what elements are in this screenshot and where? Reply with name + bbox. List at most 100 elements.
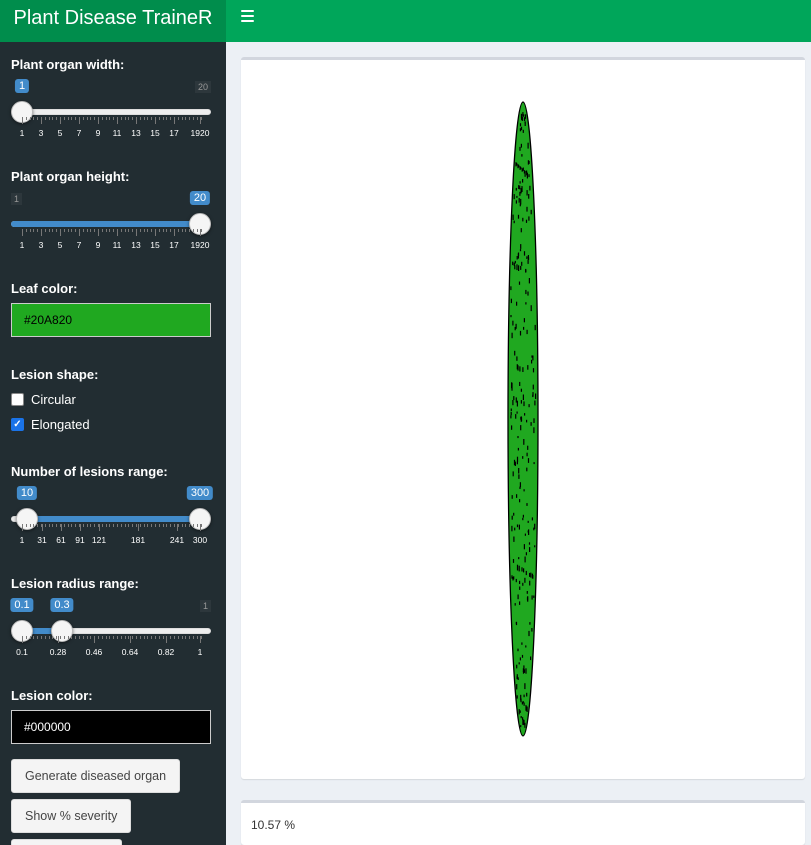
lesions-range-slider[interactable]: 10 300 1 31 61 91 121 181 241 300 [11,471,214,545]
slider-major-tick [117,117,118,124]
slider-value: 20 [189,191,211,205]
slider-tick [67,117,69,120]
slider-tick [124,117,126,120]
slider-tick [82,229,84,232]
slider-ticks [11,117,211,125]
slider-tick [170,117,172,120]
slider-tick [170,636,172,639]
slider-tick [139,636,141,639]
slider-tick [193,229,194,232]
slider-major-tick [22,524,23,531]
slider-tick-label: 1 [19,240,25,250]
show-severity-button[interactable]: Show % severity [11,799,132,833]
elongated-checkbox-row[interactable]: ✓ Elongated [11,415,90,433]
slider-tick [185,117,187,120]
slider-tick-label: 0.64 [121,647,139,657]
slider-tick [48,524,50,527]
generate-button[interactable]: Generate diseased organ [11,759,181,793]
slider-tick-label: 0.1 [16,647,28,657]
slider-tick [132,229,134,232]
slider-tick [136,636,137,639]
slider-tick [124,636,126,639]
slider-tick-label: 1920 [190,128,210,138]
severity-panel: 10.57 % [241,800,805,845]
slider-tick [158,117,160,120]
elongated-checkbox[interactable]: ✓ [11,417,24,431]
slider-tick [52,117,54,120]
slider-major-tick [61,524,62,531]
slider-tick [151,524,153,527]
slider-tick [105,636,107,639]
slider-major-tick [79,117,80,124]
circular-checkbox-row[interactable]: Circular [11,390,76,408]
slider-major-tick [200,636,201,643]
slider-tick [147,636,149,639]
slider-tick [29,524,31,527]
slider-tick [151,229,153,232]
lesion-color-input[interactable]: #000000 [11,710,211,744]
slider-tick [105,524,107,527]
slider-major-tick [136,229,137,236]
slider-tick [120,229,122,232]
slider-tick-label: 1 [197,647,203,657]
slider-tick [52,636,54,639]
slider-tick-label: 11 [112,128,122,138]
slider-tick [155,636,156,639]
slider-tick [79,636,80,639]
slider-tick [162,636,164,639]
organ-width-slider[interactable]: 20 1 1 3 5 7 9 11 13 15 17 1920 [11,64,211,138]
slider-tick-label: 3 [38,128,44,138]
slider-tick [128,229,130,232]
slider-major-tick [58,636,59,643]
slider-tick [132,524,134,527]
slider-tick [86,117,88,120]
slider-tick [101,229,103,232]
circular-checkbox[interactable] [11,392,24,406]
slider-tick [120,524,122,527]
slider-major-tick [98,229,99,236]
slider-tick [120,636,122,639]
slider-tick [25,117,27,120]
slider-fill [27,516,200,522]
slider-tick [158,524,160,527]
slider-major-tick [94,636,95,643]
slider-track[interactable] [11,109,211,115]
slider-major-tick [166,636,167,643]
slider-tick-label: 13 [131,128,141,138]
slider-tick [29,117,31,120]
slider-tick-label: 1920 [190,240,210,250]
slider-tick [48,117,50,120]
radius-range-slider[interactable]: 1 0.1 0.3 0.1 0.28 0.46 0.64 0.82 1 [10,583,211,657]
slider-tick [71,117,73,120]
slider-tick [48,229,50,232]
slider-major-tick [117,229,118,236]
hamburger-icon[interactable] [241,10,254,24]
slider-tick [37,229,39,232]
slider-tick [181,636,183,639]
slider-tick [170,524,172,527]
severity-value: 10.57 % [251,818,296,832]
slider-tick-label: 1 [19,535,25,545]
slider-tick [86,229,88,232]
leaf-color-input[interactable]: #20A820 [11,303,211,337]
slider-max-label: 1 [199,600,211,612]
slider-tick [185,229,187,232]
slider-tick [162,524,164,527]
slider-tick [193,524,194,527]
slider-tick [75,636,77,639]
slider-tick-label: 0.82 [157,647,175,657]
slider-tick [193,117,194,120]
organ-height-slider[interactable]: 1 20 1 3 5 7 9 11 13 15 17 1920 [11,176,211,250]
slider-tick [56,117,58,120]
slider-tick [113,524,115,527]
slider-tick [75,229,77,232]
slider-major-tick [22,229,23,236]
slider-tick [196,636,198,639]
slider-tick [158,636,160,639]
slider-tick [44,636,46,639]
slider-tick [86,636,88,639]
slider-tick [132,636,134,639]
slider-tick [63,636,65,639]
sidebar-button-partial[interactable] [11,839,122,845]
slider-tick [143,117,145,120]
